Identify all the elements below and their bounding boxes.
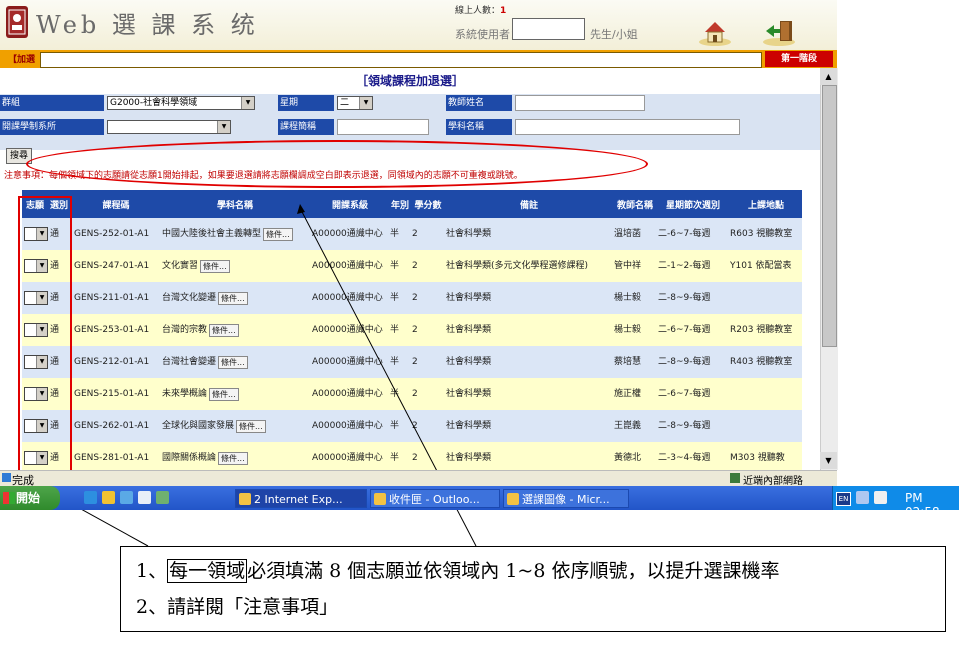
taskbar-item-outlook[interactable]: 收件匣 - Outloo... <box>370 489 500 508</box>
desktop-quicklaunch-icon[interactable] <box>138 491 151 504</box>
annotation-note-line-1: 1、 每一領域 必須填滿 8 個志願並依領域內 1~8 依序順號，以提升選課機率 <box>136 559 780 583</box>
outlook-quicklaunch-icon[interactable] <box>102 491 115 504</box>
tray-icon[interactable] <box>856 491 869 504</box>
help-icon[interactable] <box>874 491 887 504</box>
ie-quicklaunch-icon[interactable] <box>84 491 97 504</box>
status-bar <box>0 470 837 487</box>
media-quicklaunch-icon[interactable] <box>120 491 133 504</box>
outlook-icon <box>374 493 386 505</box>
word-icon <box>507 493 519 505</box>
app-quicklaunch-icon[interactable] <box>156 491 169 504</box>
ie-page-icon <box>2 473 11 482</box>
clock: PM 02:58 <box>905 491 940 519</box>
security-zone: 近端內部網路 <box>743 476 803 487</box>
annotation-note-line-2: 2、請詳閱「注意事項」 <box>136 596 339 618</box>
language-indicator[interactable]: EN <box>836 492 851 506</box>
windows-flag-icon <box>3 492 15 504</box>
ie-icon <box>239 493 251 505</box>
taskbar-item-ie[interactable]: 2 Internet Exp... <box>235 489 367 508</box>
network-zone-icon <box>730 473 740 483</box>
taskbar-item-word[interactable]: 選課圖像 - Micr... <box>503 489 629 508</box>
